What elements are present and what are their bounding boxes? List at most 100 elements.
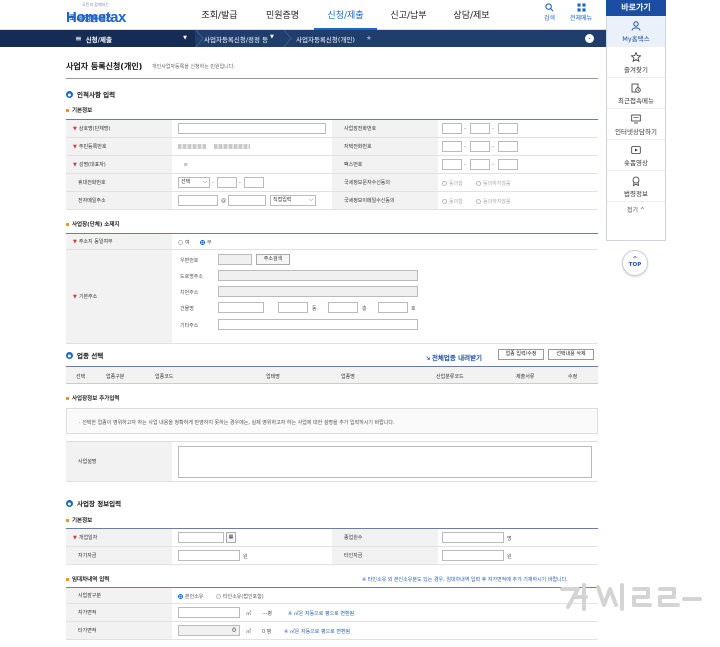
other-capital-input[interactable] [442, 550, 504, 561]
dash-text: - [464, 126, 466, 132]
employees-input[interactable] [442, 532, 504, 543]
biz-phone-label: 사업장전화번호 [332, 120, 438, 137]
dash-text: - [464, 162, 466, 168]
breadcrumb-item-1[interactable]: 사업자등록신청/정정 등 [204, 34, 268, 44]
fax-input-1[interactable] [442, 159, 462, 170]
quick-my-hometax[interactable]: My홈택스 [607, 16, 665, 47]
open-date-input[interactable] [178, 532, 224, 543]
radio-icon [178, 240, 183, 245]
other-area-input[interactable]: 0 [178, 625, 240, 636]
employees-label: 종업원수 [332, 529, 438, 546]
lease-note: ※ 타인소유 외 본인소유분도 있는 경우, 임대차내역 입력 후 자가면적에 … [362, 577, 568, 583]
scroll-top-button[interactable]: ^ TOP [622, 250, 648, 276]
email-domain-input[interactable] [228, 195, 266, 206]
home-phone-input-1[interactable] [442, 141, 462, 152]
quick-law[interactable]: 법령정보 [607, 171, 665, 202]
sms-agree-radio[interactable]: 동의함 [442, 180, 463, 187]
mobile-prefix-select[interactable]: 선택 [178, 177, 210, 188]
other-capital-label: 타인자금 [332, 547, 438, 564]
biz-phone-input-1[interactable] [442, 123, 462, 134]
hometax-logo[interactable]: 국민과 함께하는 Hometax 국세청홈택스 [66, 2, 126, 26]
jibun-address-input[interactable] [218, 286, 418, 297]
biz-phone-input-3[interactable] [498, 123, 518, 134]
caret-down-icon[interactable]: ▼ [270, 34, 274, 40]
search-icon [545, 3, 554, 12]
quick-fold-button[interactable]: 접기 ^ [607, 202, 665, 214]
mobile-label: 휴대전화번호 [66, 174, 172, 191]
quick-favorites[interactable]: 즐겨찾기 [607, 47, 665, 78]
dong-input[interactable] [278, 302, 308, 313]
email-disagree-radio[interactable]: 동의하지않음 [476, 198, 511, 205]
download-all-industry-link[interactable]: ⇲ 전체업종 내려받기 [426, 352, 482, 362]
email-domain-select[interactable]: 직접입력 [270, 195, 316, 206]
fax-input-2[interactable] [470, 159, 490, 170]
mobile-input-2[interactable] [217, 177, 237, 188]
own-property-radio[interactable]: 본인소유 [178, 593, 203, 600]
trade-name-input[interactable] [178, 123, 326, 134]
nav-application[interactable]: 신청/제출 [314, 8, 377, 30]
all-menu-button[interactable]: 전체메뉴 [570, 3, 592, 22]
address-search-button[interactable]: 주소검색 [256, 254, 290, 265]
user-icon [631, 21, 641, 31]
square-bullet-icon [66, 396, 69, 400]
business-desc-label: 사업설명 [66, 442, 172, 481]
same-address-no-radio[interactable]: 부 [200, 239, 212, 246]
table-row: 전자메일주소 @ 직접입력 국세정보이메일수신동의 동의함 동의하지않음 [66, 192, 598, 210]
road-address-input[interactable] [218, 270, 418, 281]
floor-input[interactable] [328, 302, 358, 313]
biz-phone-input-2[interactable] [470, 123, 490, 134]
nav-certificate[interactable]: 민원증명 [251, 8, 314, 30]
nav-inquiry[interactable]: 조회/발급 [188, 8, 251, 30]
calendar-button[interactable]: ▦ [226, 532, 236, 543]
own-capital-input[interactable] [178, 550, 240, 561]
etc-address-input[interactable] [218, 319, 418, 330]
own-area-input[interactable] [178, 607, 240, 618]
fax-input-3[interactable] [498, 159, 518, 170]
page-description: 개인사업자등록을 신청하는 민원입니다. [152, 64, 235, 70]
search-button[interactable]: 검색 [544, 3, 555, 22]
label-text: 타인자금 [344, 553, 363, 559]
email-id-input[interactable] [178, 195, 218, 206]
location-home-dropdown[interactable]: ≡ 신청/제출 ▼ [0, 30, 195, 47]
email-agree-radio[interactable]: 동의함 [442, 198, 463, 205]
section-industry: ● 업종 선택 [66, 350, 103, 360]
subsection-title: 임대차내역 입력 [72, 577, 110, 583]
column-header: 업종구분 [106, 374, 125, 380]
quick-consult[interactable]: 인터넷상담하기 [607, 109, 665, 140]
building-input[interactable] [218, 302, 264, 313]
nav-consult[interactable]: 상담/제보 [440, 8, 503, 30]
table-row: ▼ 상호명(단체명) 사업장전화번호 - - [66, 120, 598, 138]
nav-filing[interactable]: 신고/납부 [377, 8, 440, 30]
zip-input[interactable] [218, 254, 252, 265]
home-phone-input-2[interactable] [470, 141, 490, 152]
other-property-radio[interactable]: 타인소유(법인포함) [216, 593, 264, 600]
quick-item-label: 최근접속메뉴 [618, 97, 654, 105]
sms-disagree-radio[interactable]: 동의하지않음 [476, 180, 511, 187]
quick-shortform[interactable]: 숏폼영상 [607, 140, 665, 171]
label-text: 주민등록번호 [78, 144, 107, 150]
home-phone-input-3[interactable] [498, 141, 518, 152]
label-text: 자기자금 [78, 553, 97, 559]
dash-text: - [239, 180, 241, 186]
email-label: 전자메일주소 [66, 192, 172, 209]
subsection-extra-info: 사업장정보 추가입력 [66, 394, 119, 402]
star-icon[interactable]: ★ [366, 34, 372, 42]
quick-panel-title[interactable]: 바로가기 [606, 0, 666, 16]
quick-recent[interactable]: 최근접속메뉴 [607, 78, 665, 109]
breadcrumb-item-2[interactable]: 사업자등록신청(개인) [296, 34, 355, 44]
label-text: 팩스번호 [344, 162, 363, 168]
law-badge-icon [632, 176, 640, 186]
chevron-down-icon[interactable]: ⌄ [585, 34, 594, 43]
column-header: 선택 [76, 374, 86, 380]
industry-edit-button[interactable]: 업종 입력/수정 [498, 349, 544, 360]
other-area-pyeong: 0 평 [262, 629, 272, 635]
delete-selected-button[interactable]: 선택내용 삭제 [548, 349, 594, 360]
sqm-unit: ㎡ [246, 629, 252, 635]
extra-info-note: · 선택한 업종이 영위하고자 하는 사업 내용을 정확하게 반영하지 못하는 … [66, 408, 598, 434]
ho-input[interactable] [378, 302, 408, 313]
radio-label: 타인소유(법인포함) [223, 594, 264, 600]
mobile-input-3[interactable] [244, 177, 264, 188]
same-address-yes-radio[interactable]: 여 [178, 239, 190, 246]
basic-address-label: ▼ 기본주소 [66, 250, 172, 343]
business-desc-textarea[interactable] [178, 446, 592, 478]
